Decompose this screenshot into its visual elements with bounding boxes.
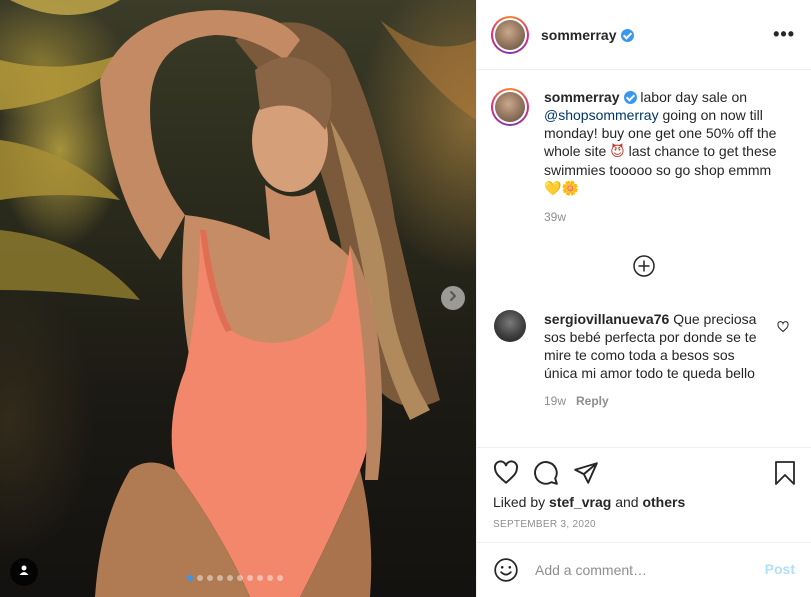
comment-input[interactable] <box>533 558 757 582</box>
comment-timestamp: 19w <box>544 394 567 408</box>
likes-summary: Liked by stef_vrag and others <box>493 494 685 510</box>
caption-timestamp: 39w <box>544 210 567 224</box>
user-tag-icon <box>18 563 30 581</box>
likes-joiner: and <box>615 494 639 510</box>
blossom-emoji: 🌼 <box>561 181 579 197</box>
commenter-username[interactable]: sergiovillanueva76 <box>544 311 669 327</box>
bookmark-icon[interactable] <box>773 460 797 491</box>
carousel-dot <box>237 575 243 581</box>
post-header: sommerray ••• <box>477 0 811 70</box>
comment-like-heart-icon[interactable] <box>777 320 789 338</box>
smiley-icon[interactable] <box>493 557 519 588</box>
load-more-comments-button[interactable] <box>633 255 655 277</box>
caption-text: sommerray labor day sale on @shopsommerr… <box>544 88 801 198</box>
comment-item: sergiovillanueva76 Que preciosa sos bebé… <box>494 310 799 408</box>
post-caption: sommerray labor day sale on @shopsommerr… <box>491 88 801 224</box>
post-media[interactable] <box>0 0 476 597</box>
author-avatar[interactable] <box>491 15 529 54</box>
next-slide-button[interactable] <box>441 286 465 310</box>
carousel-dot <box>227 575 233 581</box>
comment-text: sergiovillanueva76 Que preciosa sos bebé… <box>544 310 764 382</box>
carousel-dot <box>217 575 223 581</box>
liked-by-user-link[interactable]: stef_vrag <box>549 494 611 510</box>
comment-meta: 19w Reply <box>544 394 799 408</box>
post-comment-button[interactable]: Post <box>765 561 795 577</box>
chevron-right-icon <box>447 289 459 307</box>
caption-avatar[interactable] <box>491 88 529 126</box>
verified-badge-icon <box>620 28 634 42</box>
action-bar <box>477 448 811 498</box>
post-side-panel: sommerray ••• sommerray labor day sale o… <box>476 0 811 597</box>
author-username-text[interactable]: sommerray <box>541 27 617 43</box>
author-username[interactable]: sommerray <box>541 27 634 43</box>
carousel-dot <box>257 575 263 581</box>
caption-text-before: labor day sale on <box>640 89 748 105</box>
likes-prefix: Liked by <box>493 494 546 510</box>
carousel-dot <box>207 575 213 581</box>
more-options-icon[interactable]: ••• <box>773 25 795 43</box>
liked-by-others-link[interactable]: others <box>642 494 685 510</box>
caption-mention-link[interactable]: @shopsommerray <box>544 107 659 123</box>
caption-username[interactable]: sommerray <box>544 89 620 105</box>
carousel-dot <box>197 575 203 581</box>
plus-circle-icon <box>633 255 655 277</box>
comment-icon[interactable] <box>533 460 559 491</box>
post-actions-section <box>477 447 811 498</box>
carousel-dot <box>187 575 193 581</box>
heart-icon[interactable] <box>493 460 519 491</box>
devil-emoji: 😈 <box>610 144 625 160</box>
commenter-avatar[interactable] <box>494 310 526 342</box>
verified-badge-icon <box>623 91 637 104</box>
tagged-users-button[interactable] <box>10 558 38 586</box>
carousel-dot <box>267 575 273 581</box>
carousel-dot <box>277 575 283 581</box>
reply-button[interactable]: Reply <box>576 394 609 408</box>
yellow-heart-emoji: 💛 <box>544 181 562 197</box>
carousel-dot <box>247 575 253 581</box>
post-date[interactable]: SEPTEMBER 3, 2020 <box>493 519 596 530</box>
carousel-indicator <box>187 575 283 581</box>
post-photo <box>0 0 476 597</box>
paper-plane-icon[interactable] <box>573 460 599 491</box>
add-comment-section: Post <box>477 542 811 597</box>
